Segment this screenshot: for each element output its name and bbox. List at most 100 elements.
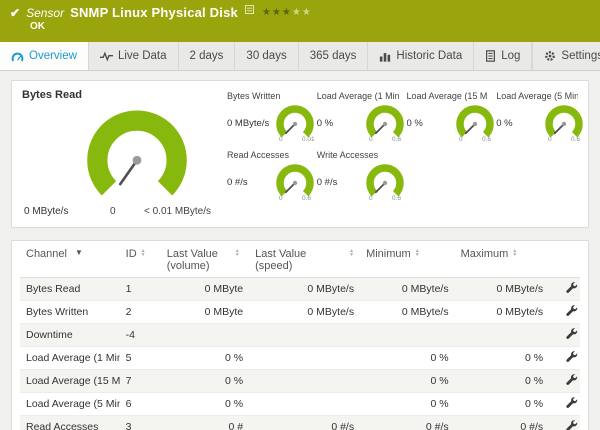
- cell-last-value-volume: 0 MByte: [160, 277, 250, 301]
- svg-text:0: 0: [369, 195, 373, 201]
- gauge-dial: 0 0.6: [453, 104, 497, 142]
- table-row-load-average-5-min[interactable]: Load Average (5 Min...60 %0 %0 %: [20, 392, 580, 416]
- gauge-load-average-5-minutes: Load Average (5 Minutes) 0 % 00.6: [496, 91, 583, 142]
- tab-label: Overview: [29, 50, 77, 62]
- gauge-dial: 0 0.01: [273, 104, 317, 142]
- table-row-load-average-1-min[interactable]: Load Average (1 Min...50 %0 %0 %: [20, 346, 580, 370]
- gauge-title: Bytes Written: [227, 91, 281, 101]
- gauge-value: 0 %: [496, 117, 513, 129]
- channel-settings-wrench-icon[interactable]: [565, 373, 578, 386]
- pulse-icon: [99, 50, 113, 62]
- tab-label: Historic Data: [396, 50, 463, 62]
- svg-text:0: 0: [459, 136, 463, 142]
- cell-maximum: 0 MByte/s: [454, 277, 550, 301]
- col-actions: [549, 241, 580, 278]
- svg-text:0.6: 0.6: [302, 195, 311, 201]
- col-channel[interactable]: Channel ▼: [20, 241, 120, 278]
- svg-text:0: 0: [369, 136, 373, 142]
- gauge-title: Read Accesses: [227, 150, 290, 160]
- gauge-bytes-written: Bytes Written 0 MByte/s 0 0.01: [227, 91, 315, 142]
- cell-maximum: 0 %: [454, 346, 550, 370]
- cell-channel: Load Average (15 Mi...: [20, 369, 120, 393]
- star-icon[interactable]: ★: [282, 7, 292, 18]
- svg-text:0.6: 0.6: [392, 136, 401, 142]
- cell-last-value-speed: 0 MByte/s: [249, 277, 361, 301]
- sort-icon: ▲ ▼: [140, 248, 146, 258]
- cell-minimum: 0 MByte/s: [360, 277, 455, 301]
- tab-2-days[interactable]: 2 days: [179, 42, 236, 70]
- small-gauge-grid: Bytes Written 0 MByte/s 0 0.01 Load Average …: [227, 89, 583, 219]
- channel-settings-wrench-icon[interactable]: [565, 419, 578, 430]
- svg-text:0: 0: [548, 136, 552, 142]
- col-minimum[interactable]: Minimum ▲ ▼: [360, 241, 455, 278]
- cell-id: 3: [119, 415, 161, 430]
- col-last-value-volume[interactable]: Last Value (volume) ▲ ▼: [160, 241, 250, 278]
- cell-last-value-volume: [160, 323, 250, 347]
- tab-30-days[interactable]: 30 days: [235, 42, 299, 70]
- cell-last-value-volume: 0 %: [160, 346, 250, 370]
- col-maximum[interactable]: Maximum ▲ ▼: [454, 241, 550, 278]
- cell-last-value-volume: 0 %: [160, 392, 250, 416]
- cell-id: 2: [119, 300, 161, 324]
- table-row-read-accesses[interactable]: Read Accesses 3 0 #0 #/s 0 #/s 0 #/s: [20, 415, 580, 430]
- channel-table-body: Bytes Read 1 0 MByte 0 MByte/s 0 MByte/s 0 MB…: [20, 277, 580, 430]
- priority-rating-stars[interactable]: ★★★★★: [262, 7, 312, 18]
- table-row-bytes-read[interactable]: Bytes Read 1 0 MByte 0 MByte/s 0 MByte/s 0 MB…: [20, 277, 580, 301]
- star-icon[interactable]: ★: [302, 7, 312, 18]
- gear-icon: [544, 50, 556, 62]
- cell-last-value-volume: 0 #: [160, 415, 250, 430]
- bar-chart-icon: [379, 51, 391, 62]
- gauge-title: Write Accesses: [316, 150, 379, 160]
- cell-channel: Bytes Read: [20, 277, 120, 301]
- tab-label: 30 days: [246, 50, 287, 62]
- sort-desc-icon: ▼: [74, 248, 83, 257]
- tab-365-days[interactable]: 365 days: [299, 42, 369, 70]
- channel-settings-wrench-icon[interactable]: [565, 350, 578, 363]
- svg-text:0.6: 0.6: [392, 195, 401, 201]
- tab-log[interactable]: Log: [474, 42, 533, 70]
- channel-settings-wrench-icon[interactable]: [565, 396, 578, 409]
- cell-minimum: 0 #/s: [360, 415, 455, 430]
- star-icon[interactable]: ★: [272, 7, 282, 18]
- col-last-value-speed[interactable]: Last Value (speed) ▲ ▼: [249, 241, 361, 278]
- channel-settings-wrench-icon[interactable]: [565, 304, 578, 317]
- cell-id: 5: [119, 346, 161, 370]
- star-icon[interactable]: ★: [262, 7, 272, 18]
- cell-channel: Load Average (1 Min...: [20, 346, 120, 370]
- cell-minimum: 0 %: [360, 369, 455, 393]
- cell-maximum: 0 %: [454, 392, 550, 416]
- gauge-title: Load Average (5 Minutes): [496, 91, 578, 101]
- tab-overview[interactable]: Overview: [0, 42, 89, 70]
- gauge-value: 0 %: [316, 117, 334, 129]
- gauge-icon: [11, 51, 24, 62]
- table-row-bytes-written[interactable]: Bytes Written 2 0 MByte 0 MByte/s 0 MByte/s 0…: [20, 300, 580, 324]
- channel-settings-wrench-icon[interactable]: [565, 281, 578, 294]
- gauge-dial: 0 0.6: [363, 163, 407, 201]
- tab-bar: Overview Live Data 2 days 30 days 365 days Hi…: [0, 42, 600, 71]
- cell-last-value-volume: 0 MByte: [160, 300, 250, 324]
- gauge-read-accesses: Read Accesses 0 #/s 0 0.6: [227, 150, 314, 201]
- tab-live-data[interactable]: Live Data: [89, 42, 179, 70]
- gauge-scale-min: 0: [110, 206, 116, 217]
- gauge-dial: 0 0.6: [542, 104, 586, 142]
- svg-text:0: 0: [279, 136, 283, 142]
- cell-maximum: 0 #/s: [454, 415, 550, 430]
- star-icon[interactable]: ★: [292, 7, 302, 18]
- log-icon: [485, 50, 496, 62]
- gauge-current-value: 0 MByte/s: [24, 206, 69, 217]
- sort-icon: ▲ ▼: [234, 248, 240, 258]
- tab-settings[interactable]: Settings: [532, 42, 600, 70]
- tab-historic-data[interactable]: Historic Data: [368, 42, 475, 70]
- table-row-downtime[interactable]: Downtime -4: [20, 323, 580, 347]
- tab-label: Log: [501, 50, 521, 62]
- table-row-load-average-15-mi[interactable]: Load Average (15 Mi...70 %0 %0 %: [20, 369, 580, 393]
- col-id[interactable]: ID ▲ ▼: [119, 241, 161, 278]
- tab-label: Live Data: [117, 50, 167, 62]
- gauge-value: 0 #/s: [316, 176, 338, 188]
- main-gauge-bytes-read: Bytes Read 0 MByte/s 0 < 0.01 MByte/s: [22, 89, 227, 219]
- bytes-read-gauge-dial: [87, 110, 187, 196]
- cell-last-value-speed: [249, 392, 361, 416]
- svg-text:0.6: 0.6: [482, 136, 491, 142]
- cell-maximum: [454, 323, 550, 347]
- channel-settings-wrench-icon[interactable]: [565, 327, 578, 340]
